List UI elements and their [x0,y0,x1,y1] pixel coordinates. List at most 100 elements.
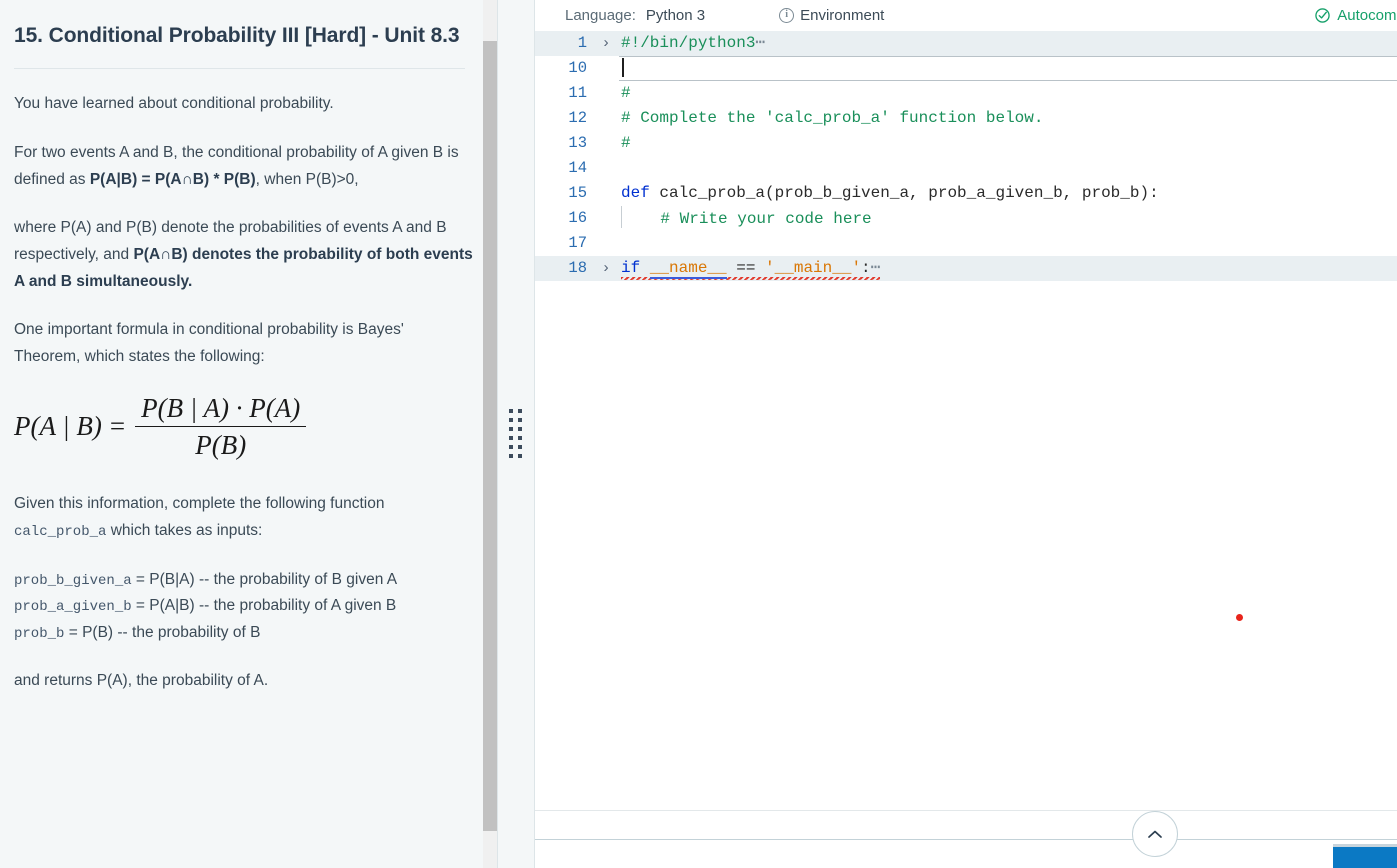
code-tokens: # Write your code here [622,210,872,228]
autocomplete-label: Autocomplete [1337,7,1397,24]
fold-spacer [593,231,619,256]
code-tokens: #!/bin/python3⋯ [621,34,765,52]
argument-name: prob_b_given_a [14,573,132,589]
chevron-right-icon[interactable]: › [593,31,619,56]
footer-divider [535,839,1397,840]
code-line[interactable]: 14 [535,156,1397,181]
problem-statement-panel: 15. Conditional Probability III [Hard] -… [0,0,497,868]
bayes-theorem-formula: P(A | B) = P(B | A) · P(A) P(B) [14,393,473,462]
chevron-right-icon[interactable]: › [593,256,619,281]
drag-grip-icon[interactable] [509,409,523,459]
check-circle-icon [1315,8,1330,23]
line-number: 10 [535,56,593,81]
title-divider [14,68,465,69]
argument-description: = P(A|B) -- the probability of A given B [132,597,397,614]
code-text[interactable]: # [619,131,1397,156]
definition-paragraph: For two events A and B, the conditional … [14,140,473,193]
code-tokens: # Complete the 'calc_prob_a' function be… [621,109,1043,127]
code-text[interactable]: #!/bin/python3⋯ [619,31,1397,56]
code-editor-panel: Language: Python 3 i Environment Autocom… [535,0,1397,868]
bayes-intro-paragraph: One important formula in conditional pro… [14,317,473,370]
code-line[interactable]: 16 # Write your code here [535,206,1397,231]
argument-name: prob_a_given_b [14,599,132,615]
fold-spacer [593,81,619,106]
submit-button[interactable] [1333,847,1397,868]
info-circle-icon: i [779,8,794,23]
code-line[interactable]: 11 # [535,81,1397,106]
code-text[interactable]: def calc_prob_a(prob_b_given_a, prob_a_g… [619,181,1397,206]
fold-spacer [593,156,619,181]
task-paragraph: Given this information, complete the fol… [14,491,473,544]
error-marker-dot [1236,614,1243,621]
line-number: 12 [535,106,593,131]
environment-button[interactable]: i Environment [779,7,884,24]
code-line[interactable]: 10 [535,56,1397,81]
line-number: 18 [535,256,593,281]
code-area[interactable]: 1›#!/bin/python3⋯1011#12# Complete the '… [535,31,1397,810]
code-tokens: if __name__ == '__main__':⋯ [621,259,880,280]
line-number: 17 [535,231,593,256]
code-tokens: # [621,84,631,102]
formula-numerator: P(B | A) · P(A) [135,393,306,426]
code-text[interactable] [619,56,1397,81]
code-line[interactable]: 12 # Complete the 'calc_prob_a' function … [535,106,1397,131]
code-line[interactable]: 13# [535,131,1397,156]
list-item: prob_b = P(B) -- the probability of B [14,620,473,647]
line-number: 15 [535,181,593,206]
formula-left-side: P(A | B) [14,411,102,442]
task-text-lead: Given this information, complete the fol… [14,495,384,512]
argument-name: prob_b [14,626,64,642]
code-line[interactable]: 1›#!/bin/python3⋯ [535,31,1397,56]
text-cursor [622,58,624,77]
line-number: 1 [535,31,593,56]
returns-paragraph: and returns P(A), the probability of A. [14,668,473,695]
task-function-name: calc_prob_a [14,524,106,540]
code-token: == [727,259,765,277]
fold-spacer [593,106,619,131]
language-label: Language: [565,7,636,24]
code-line[interactable]: 15 def calc_prob_a(prob_b_given_a, prob_a… [535,181,1397,206]
panel-splitter[interactable] [497,0,535,868]
editor-footer [535,810,1397,868]
code-token: '__main__' [765,259,861,277]
formula-equals-sign: = [110,411,125,442]
intro-paragraph: You have learned about conditional proba… [14,91,473,118]
code-challenge-page: 15. Conditional Probability III [Hard] -… [0,0,1397,868]
collapse-panel-button[interactable] [1132,811,1178,857]
formula-denominator: P(B) [189,427,252,461]
problem-panel-scrollbar[interactable] [483,0,497,868]
line-number: 11 [535,81,593,106]
code-text[interactable] [619,231,1397,256]
autocomplete-toggle[interactable]: Autocomplete [1315,7,1397,24]
definition-formula-bold: P(A|B) = P(A∩B) * P(B) [90,171,256,188]
code-token: : [861,259,871,277]
language-selector[interactable]: Python 3 [646,7,705,24]
code-token: #!/bin/python3 [621,34,755,52]
code-lines-container[interactable]: 1›#!/bin/python3⋯1011#12# Complete the '… [535,31,1397,281]
code-text[interactable]: if __name__ == '__main__':⋯ [619,256,1397,281]
function-arguments-list: prob_b_given_a = P(B|A) -- the probabili… [14,567,473,647]
code-text[interactable]: # [619,81,1397,106]
code-line[interactable]: 17 [535,231,1397,256]
code-token: # [621,134,631,152]
line-number: 14 [535,156,593,181]
code-text[interactable]: # Complete the 'calc_prob_a' function be… [619,106,1397,131]
code-token: # [621,84,631,102]
scrollbar-thumb[interactable] [483,41,497,831]
notation-paragraph: where P(A) and P(B) denote the probabili… [14,215,473,295]
code-text[interactable] [619,156,1397,181]
code-token: ⋯ [755,34,765,52]
environment-label: Environment [800,7,884,24]
code-token: ⋯ [871,259,881,277]
formula-fraction: P(B | A) · P(A) P(B) [135,393,306,462]
code-text[interactable]: # Write your code here [619,206,1397,231]
argument-description: = P(B|A) -- the probability of B given A [132,571,398,588]
editor-toolbar: Language: Python 3 i Environment Autocom… [535,0,1397,31]
chevron-up-icon [1147,829,1163,839]
code-tokens: def calc_prob_a(prob_b_given_a, prob_a_g… [621,184,1159,202]
code-token: if [621,259,650,277]
code-token: # Complete the 'calc_prob_a' function be… [621,109,1043,127]
fold-spacer [593,206,619,231]
list-item: prob_b_given_a = P(B|A) -- the probabili… [14,567,473,594]
code-line[interactable]: 18›if __name__ == '__main__':⋯ [535,256,1397,281]
